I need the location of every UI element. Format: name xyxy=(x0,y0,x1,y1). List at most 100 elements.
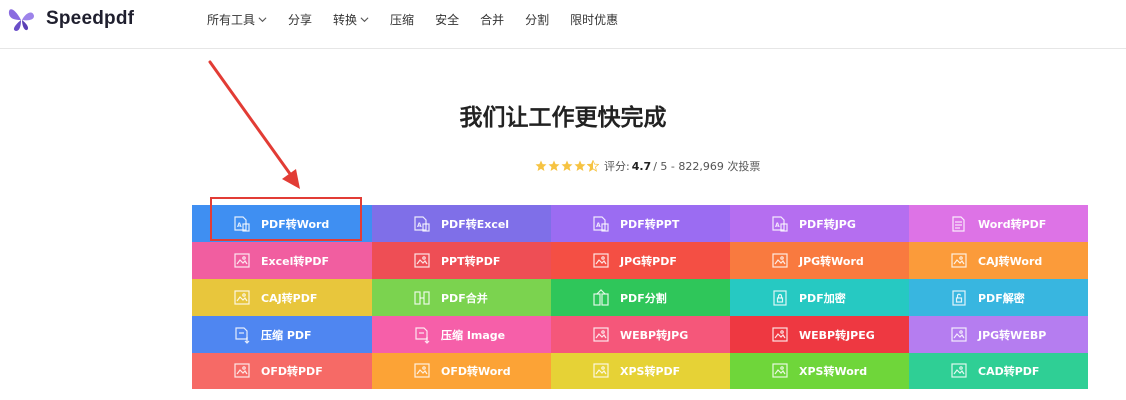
tool-tile-label: PDF分割 xyxy=(620,291,667,305)
tool-tile[interactable]: Word转PDF xyxy=(909,205,1088,242)
image-doc-icon xyxy=(772,363,788,378)
nav-item[interactable]: 转换 xyxy=(333,11,369,27)
tool-tile-label: PDF合并 xyxy=(441,291,488,305)
nav-item-label: 所有工具 xyxy=(207,12,256,27)
tool-tile-label: WEBP转JPEG xyxy=(799,328,875,342)
tool-tile-label: PDF转Word xyxy=(261,217,330,231)
image-doc-icon xyxy=(414,363,430,378)
tool-tile[interactable]: Excel转PDF xyxy=(192,242,372,279)
tools-grid: A PDF转Word A PDF转Excel A PDF转PPT A PDF转JPG Word转… xyxy=(192,205,1088,389)
image-doc-icon xyxy=(414,252,430,268)
image-doc-icon xyxy=(593,252,609,268)
tool-tile[interactable]: CAJ转PDF xyxy=(192,279,372,316)
tool-tile-label: OFD转Word xyxy=(441,365,511,378)
tool-tile[interactable]: JPG转Word xyxy=(730,242,909,279)
tool-tile[interactable]: JPG转PDF xyxy=(551,242,730,279)
nav-item[interactable]: 安全 xyxy=(435,11,459,27)
tool-tile-label: JPG转WEBP xyxy=(978,328,1047,342)
tool-tile[interactable]: A PDF转PPT xyxy=(551,205,730,242)
tool-tile[interactable]: XPS转Word xyxy=(730,353,909,389)
rating-bar: 评分: 4.7 / 5 - 822,969 次投票 xyxy=(535,158,760,174)
brand-logo[interactable]: Speedpdf xyxy=(6,4,134,34)
rating-stars xyxy=(535,160,600,172)
tool-tile-label: Excel转PDF xyxy=(261,254,330,268)
tool-tile[interactable]: WEBP转JPEG xyxy=(730,316,909,353)
tool-tile[interactable]: A PDF转Word xyxy=(192,205,372,242)
tool-tile-label: PDF转JPG xyxy=(799,217,856,231)
nav-item[interactable]: 所有工具 xyxy=(207,11,267,27)
compress-icon xyxy=(235,326,250,344)
tool-tile[interactable]: WEBP转JPG xyxy=(551,316,730,353)
image-doc-icon xyxy=(772,252,788,268)
tool-tile-label: CAJ转PDF xyxy=(261,291,318,305)
doc-icon xyxy=(952,215,965,232)
star-icon xyxy=(535,160,547,171)
nav-item[interactable]: 分割 xyxy=(525,11,549,27)
nav-item[interactable]: 合并 xyxy=(480,11,504,27)
nav-item[interactable]: 压缩 xyxy=(390,11,414,27)
merge-icon xyxy=(414,290,430,305)
star-icon xyxy=(548,160,560,171)
tool-tile[interactable]: OFD转Word xyxy=(372,353,551,389)
tool-tile-label: PDF加密 xyxy=(799,291,846,305)
compress-icon xyxy=(415,326,430,344)
image-doc-icon xyxy=(951,326,967,342)
nav-item-label: 合并 xyxy=(480,12,505,27)
tool-tile-label: PDF转PPT xyxy=(620,217,680,231)
unlock-icon xyxy=(952,289,966,306)
tool-tile-label: WEBP转JPG xyxy=(620,328,689,342)
image-doc-icon xyxy=(234,363,250,378)
nav-item-label: 安全 xyxy=(435,12,460,27)
tool-tile-label: Word转PDF xyxy=(978,217,1047,231)
tool-tile[interactable]: XPS转PDF xyxy=(551,353,730,389)
butterfly-logo-icon xyxy=(8,9,34,31)
tool-tile-label: 压缩 PDF xyxy=(261,328,312,342)
top-header: Speedpdf 所有工具 分享 转换 压缩 安全 合并 分割 限时优惠 xyxy=(0,0,1126,49)
tool-tile-label: XPS转PDF xyxy=(620,365,681,378)
star-icon xyxy=(561,160,573,171)
nav-item-label: 分割 xyxy=(525,12,550,27)
image-doc-icon xyxy=(593,363,609,378)
svg-text:A: A xyxy=(237,222,242,229)
image-doc-icon xyxy=(234,289,250,305)
tool-tile-label: PPT转PDF xyxy=(441,254,501,268)
image-doc-icon xyxy=(593,326,609,342)
nav-item-label: 压缩 xyxy=(390,12,415,27)
tool-tile-label: CAD转PDF xyxy=(978,365,1040,378)
image-doc-icon xyxy=(772,326,788,342)
tool-tile[interactable]: PDF加密 xyxy=(730,279,909,316)
tool-tile[interactable]: PDF解密 xyxy=(909,279,1088,316)
tool-tile[interactable]: CAJ转Word xyxy=(909,242,1088,279)
nav-item-label: 转换 xyxy=(333,12,358,27)
svg-text:A: A xyxy=(775,222,780,229)
tool-tile[interactable]: A PDF转Excel xyxy=(372,205,551,242)
tool-tile[interactable]: CAD转PDF xyxy=(909,353,1088,389)
page-title: 我们让工作更快完成 xyxy=(459,105,667,131)
tool-tile-label: OFD转PDF xyxy=(261,365,323,378)
star-icon xyxy=(574,160,586,171)
nav-item-label: 分享 xyxy=(288,12,313,27)
tool-tile-label: CAJ转Word xyxy=(978,254,1043,268)
half-star-icon xyxy=(587,160,599,172)
pdf-doc-icon: A xyxy=(234,215,250,232)
tool-tile-label: XPS转Word xyxy=(799,365,868,378)
tool-tile[interactable]: A PDF转JPG xyxy=(730,205,909,242)
image-doc-icon xyxy=(234,252,250,268)
nav-item[interactable]: 限时优惠 xyxy=(570,11,618,27)
rating-value: 4.7 xyxy=(631,159,652,173)
tool-tile[interactable]: JPG转WEBP xyxy=(909,316,1088,353)
tool-tile[interactable]: OFD转PDF xyxy=(192,353,372,389)
tool-tile-label: JPG转Word xyxy=(799,254,864,268)
chevron-down-icon xyxy=(360,16,369,22)
main-nav: 所有工具 分享 转换 压缩 安全 合并 分割 限时优惠 xyxy=(207,11,639,27)
tool-tile[interactable]: 压缩 Image xyxy=(372,316,551,353)
rating-suffix: / 5 - 822,969 次投票 xyxy=(653,160,761,173)
tool-tile[interactable]: PDF分割 xyxy=(551,279,730,316)
tool-tile[interactable]: PDF合并 xyxy=(372,279,551,316)
lock-icon xyxy=(773,289,787,306)
tool-tile-label: JPG转PDF xyxy=(620,254,677,268)
tool-tile[interactable]: PPT转PDF xyxy=(372,242,551,279)
tool-tile[interactable]: 压缩 PDF xyxy=(192,316,372,353)
nav-item[interactable]: 分享 xyxy=(288,11,312,27)
chevron-down-icon xyxy=(258,16,267,22)
